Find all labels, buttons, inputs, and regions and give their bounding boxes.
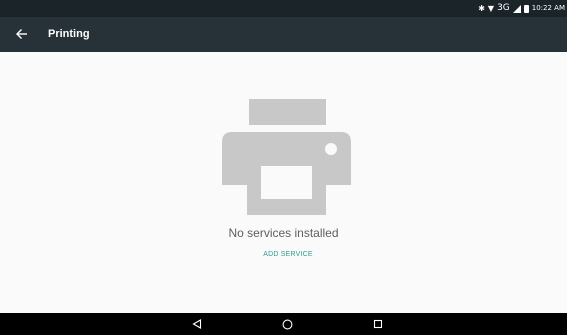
square-recents-icon: [373, 319, 383, 329]
nav-home-button[interactable]: [267, 313, 307, 335]
network-type-label: 3G: [497, 3, 510, 13]
nav-recents-button[interactable]: [358, 313, 398, 335]
status-time: 10:22 AM: [531, 4, 565, 12]
signal-icon: [512, 4, 521, 13]
navigation-bar: [0, 313, 567, 335]
status-bar: ✱ ▼ 3G 10:22 AM: [0, 0, 567, 17]
status-icons: ✱ ▼ 3G 10:22 AM: [478, 2, 565, 15]
page-title: Printing: [48, 28, 90, 40]
printing-settings-screen: ✱ ▼ 3G 10:22 AM Printing No services ins…: [0, 0, 567, 335]
triangle-back-icon: [192, 319, 202, 329]
arrow-back-icon: [16, 29, 27, 39]
main-content: No services installed ADD SERVICE: [0, 52, 567, 313]
circle-home-icon: [282, 319, 292, 329]
bluetooth-icon: ✱: [478, 4, 485, 13]
empty-state-message: No services installed: [228, 226, 339, 240]
app-bar: Printing: [0, 17, 567, 52]
printer-icon: [222, 99, 351, 215]
nav-back-button[interactable]: [177, 313, 217, 335]
wifi-icon: ▼: [487, 4, 495, 13]
battery-icon: [523, 4, 529, 13]
add-service-button[interactable]: ADD SERVICE: [243, 247, 333, 263]
back-button[interactable]: [12, 24, 32, 44]
